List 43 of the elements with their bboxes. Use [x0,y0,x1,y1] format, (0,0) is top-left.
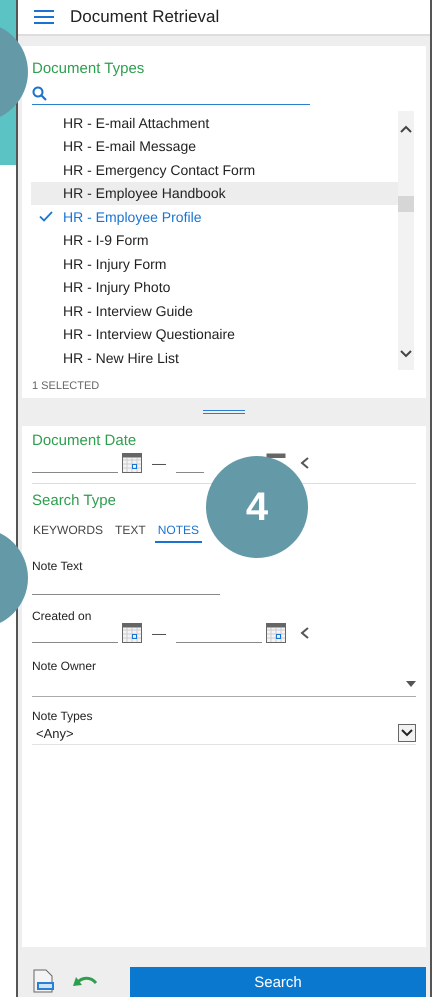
field-label: Note Types [31,708,94,722]
list-item[interactable]: HR - Interview Guide [31,299,398,322]
calendar-icon[interactable] [266,622,286,642]
search-button[interactable]: Search [130,967,426,997]
section-heading: Search Type [32,492,116,508]
calendar-icon[interactable] [266,452,286,458]
collapse-icon[interactable] [300,626,310,638]
range-separator: — [152,454,166,470]
list-item[interactable]: HR - Employee Profile [31,205,398,228]
document-icon[interactable] [32,969,56,993]
selected-count: 1 SELECTED [31,378,100,394]
section-heading: Document Types [32,60,144,77]
note-types-select[interactable]: <Any> [32,722,416,744]
scrollbar-thumb[interactable] [398,196,414,212]
search-type-tab[interactable]: TEXT [112,518,149,542]
window-title: Document Retrieval [70,7,220,27]
search-type-tab[interactable]: KEYWORDS [30,518,106,542]
field-label: Note Text [31,558,84,572]
scroll-down-icon[interactable] [400,350,412,358]
list-item[interactable]: HR - E-mail Message [31,134,398,158]
list-item[interactable]: HR - Injury Form [31,252,398,276]
calendar-icon[interactable] [122,622,142,642]
splitter-handle[interactable] [203,410,245,414]
dropdown-arrow-icon [406,681,416,687]
scrollbar[interactable] [398,111,414,370]
section-heading: Document Date [32,432,136,448]
field-label: Created on [31,608,92,622]
list-item[interactable]: HR - Employee Handbook [31,182,398,205]
list-item[interactable]: HR - Injury Photo [31,276,398,299]
list-item[interactable]: HR - Interview Questionaire [31,322,398,346]
list-item[interactable]: HR - E-mail Attachment [31,111,398,134]
scroll-up-icon[interactable] [400,125,412,133]
list-item[interactable]: HR - I-9 Form [31,228,398,252]
search-icon [32,86,48,102]
menu-icon[interactable] [34,10,54,24]
calendar-icon[interactable] [122,452,142,472]
search-type-tab[interactable]: NOTES [154,518,202,542]
field-label: Note Owner [31,658,98,672]
collapse-icon[interactable] [300,456,310,468]
check-icon [39,211,53,222]
list-item[interactable]: HR - New Hire List [31,346,398,370]
list-item[interactable]: HR - Emergency Contact Form [31,158,398,182]
range-separator: — [152,624,166,640]
